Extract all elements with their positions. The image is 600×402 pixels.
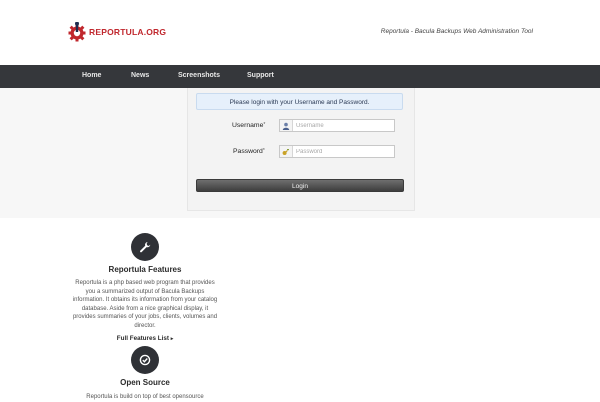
username-field[interactable] (279, 119, 395, 132)
username-label-text: Username (232, 122, 264, 129)
feature-title: Open Source (120, 378, 170, 387)
feature-icon-circle (131, 233, 159, 261)
feature-description: Reportula is build on top of best openso… (86, 394, 204, 400)
login-button[interactable]: Login (196, 179, 404, 192)
password-label-text: Password (233, 148, 263, 155)
password-label: Password* (233, 148, 265, 155)
feature-title: Reportula Features (108, 265, 182, 274)
check-circle-icon (139, 354, 151, 366)
password-field[interactable] (279, 145, 395, 158)
required-mark: * (262, 148, 265, 154)
key-icon (280, 146, 293, 157)
feature-description: Reportula is a php based web program tha… (72, 280, 218, 329)
main-nav: Home News Screenshots Support (0, 65, 600, 88)
site-tagline: Reportula - Bacula Backups Web Administr… (380, 28, 533, 35)
wrench-icon (140, 242, 151, 253)
nav-item-news[interactable]: News (131, 72, 149, 79)
feature-icon-circle (131, 346, 159, 374)
user-icon (280, 120, 293, 131)
password-input[interactable] (293, 146, 391, 157)
nav-item-support[interactable]: Support (247, 72, 274, 79)
full-features-link[interactable]: Full Features List ▸ (55, 335, 235, 342)
nav-item-screenshots[interactable]: Screenshots (178, 72, 220, 79)
login-notice: Please login with your Username and Pass… (196, 93, 403, 110)
username-label: Username* (232, 122, 265, 129)
logo-text: REPORTULA.ORG (89, 27, 167, 37)
header: REPORTULA.ORG Reportula - Bacula Backups… (0, 0, 600, 65)
site-logo[interactable]: REPORTULA.ORG (67, 21, 166, 43)
gear-logo-icon (68, 22, 86, 42)
nav-item-home[interactable]: Home (82, 72, 101, 79)
username-input[interactable] (293, 120, 391, 131)
chevron-right-icon: ▸ (170, 336, 174, 342)
full-features-link-text: Full Features List (116, 335, 169, 342)
required-mark: * (263, 122, 266, 128)
